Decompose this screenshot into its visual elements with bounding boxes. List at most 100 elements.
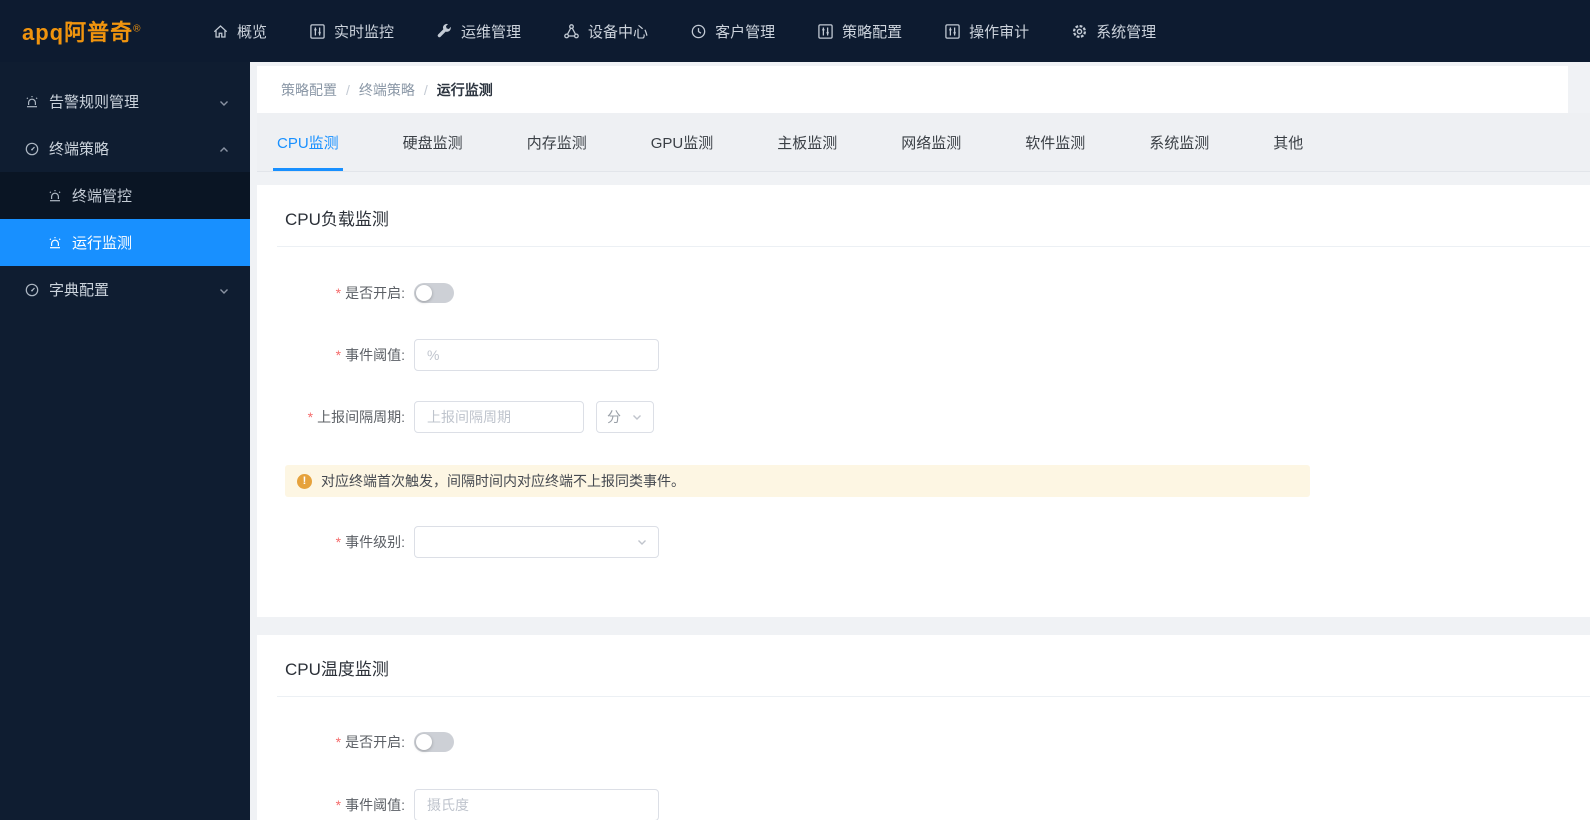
enable-label: * 是否开启:: [335, 734, 405, 750]
tab-gpu-monitor[interactable]: GPU监测: [647, 113, 718, 171]
nav-label: 设备中心: [588, 23, 649, 41]
tab-other[interactable]: 其他: [1269, 113, 1307, 171]
nav-label: 策略配置: [842, 23, 903, 41]
enable-label: * 是否开启:: [335, 285, 405, 301]
sidebar: 告警规则管理 终端策略 终端管控 运行监测 字典配置: [0, 62, 250, 820]
event-level-label: * 事件级别:: [335, 534, 405, 550]
threshold-label: * 事件阈值:: [335, 797, 405, 813]
enable-row: * 是否开启:: [257, 277, 1590, 309]
chevron-down-icon: [636, 536, 648, 548]
threshold-input[interactable]: [414, 339, 659, 371]
toggle-knob: [416, 734, 432, 750]
tab-network-monitor[interactable]: 网络监测: [897, 113, 965, 171]
breadcrumb-policy-config[interactable]: 策略配置: [281, 80, 337, 100]
event-level-select[interactable]: [414, 526, 659, 558]
monitor-icon: [309, 23, 326, 40]
enable-row: * 是否开启:: [257, 726, 1590, 758]
brand-logo: apq阿普奇®: [22, 15, 142, 47]
top-nav-menu: 概览 实时监控 运维管理 设备中心 客户管理 策略配置 操作审计 系统管理: [212, 0, 1156, 62]
enable-toggle[interactable]: [414, 283, 454, 303]
required-marker: *: [335, 534, 342, 550]
divider: [277, 696, 1590, 697]
threshold-row: * 事件阈值:: [257, 789, 1590, 820]
gauge-icon: [24, 282, 40, 298]
device-nodes-icon: [563, 23, 580, 40]
alarm-icon: [47, 235, 63, 251]
audit-icon: [944, 23, 961, 40]
sidebar-item-terminal-control[interactable]: 终端管控: [0, 172, 250, 219]
customer-icon: [690, 23, 707, 40]
tab-cpu-monitor[interactable]: CPU监测: [273, 113, 343, 171]
interval-input[interactable]: [414, 401, 584, 433]
toggle-knob: [416, 285, 432, 301]
nav-label: 操作审计: [969, 23, 1030, 41]
sidebar-item-running-monitor[interactable]: 运行监测: [0, 219, 250, 266]
sidebar-submenu-terminal-policy: 终端管控 运行监测: [0, 172, 250, 266]
section-title-cpu-temperature: CPU温度监测: [285, 660, 389, 679]
chevron-up-icon: [218, 143, 230, 155]
interval-unit-value: 分: [607, 409, 621, 425]
nav-item-operation-audit[interactable]: 操作审计: [944, 21, 1029, 42]
nav-item-ops-management[interactable]: 运维管理: [436, 21, 521, 42]
nav-label: 运维管理: [461, 23, 522, 41]
interval-unit-select[interactable]: 分: [596, 401, 654, 433]
divider: [277, 246, 1590, 247]
wrench-icon: [436, 23, 453, 40]
sidebar-item-terminal-policy[interactable]: 终端策略: [0, 125, 250, 172]
nav-label: 概览: [237, 23, 268, 41]
nav-item-policy-config[interactable]: 策略配置: [817, 21, 902, 42]
nav-item-customer-management[interactable]: 客户管理: [690, 21, 775, 42]
nav-label: 实时监控: [334, 23, 395, 41]
enable-toggle[interactable]: [414, 732, 454, 752]
nav-item-overview[interactable]: 概览: [212, 21, 267, 42]
interval-row: *上报间隔周期: 分: [257, 401, 1590, 433]
chevron-down-icon: [218, 96, 230, 108]
sidebar-item-label: 终端策略: [49, 141, 110, 158]
nav-label: 客户管理: [715, 23, 776, 41]
nav-item-system-management[interactable]: 系统管理: [1071, 21, 1156, 42]
sidebar-item-dictionary-config[interactable]: 字典配置: [0, 266, 250, 313]
breadcrumb: 策略配置 / 终端策略 / 运行监测: [257, 66, 1568, 113]
notice-banner: ! 对应终端首次触发，间隔时间内对应终端不上报同类事件。: [285, 465, 1310, 497]
threshold-label: * 事件阈值:: [335, 347, 405, 363]
cpu-temperature-monitor-card: CPU温度监测 * 是否开启: * 事件阈值:: [257, 635, 1590, 820]
required-marker: *: [335, 734, 342, 750]
sidebar-item-label: 运行监测: [72, 235, 133, 252]
home-icon: [212, 23, 229, 40]
tab-disk-monitor[interactable]: 硬盘监测: [399, 113, 467, 171]
nav-item-realtime-monitor[interactable]: 实时监控: [309, 21, 394, 42]
sidebar-item-label: 字典配置: [49, 282, 110, 299]
policy-icon: [817, 23, 834, 40]
cpu-load-monitor-card: CPU负载监测 *是否开启: *事件阈值: *上报间隔周期: 分: [257, 185, 1590, 617]
tab-software-monitor[interactable]: 软件监测: [1021, 113, 1089, 171]
sidebar-item-alarm-rules[interactable]: 告警规则管理: [0, 78, 250, 125]
event-level-row: * 事件级别:: [257, 526, 1590, 558]
section-title-cpu-load: CPU负载监测: [285, 210, 389, 229]
breadcrumb-separator: /: [423, 81, 428, 98]
nav-item-device-center[interactable]: 设备中心: [563, 21, 648, 42]
chevron-down-icon: [631, 411, 643, 423]
required-marker: *: [335, 347, 342, 363]
registered-mark: ®: [133, 23, 142, 35]
top-navigation-bar: apq阿普奇® 概览 实时监控 运维管理 设备中心 客户管理 策略配置 操作审计: [0, 0, 1590, 62]
main-content: 策略配置 / 终端策略 / 运行监测 CPU监测 硬盘监测 内存监测 GPU监测…: [250, 62, 1590, 820]
required-marker: *: [307, 409, 314, 425]
warning-exclamation-icon: !: [297, 473, 312, 489]
required-marker: *: [335, 797, 342, 813]
threshold-input[interactable]: [414, 789, 659, 820]
notice-text: 对应终端首次触发，间隔时间内对应终端不上报同类事件。: [321, 473, 685, 489]
sidebar-item-label: 终端管控: [72, 188, 133, 205]
nav-label: 系统管理: [1096, 23, 1157, 41]
sidebar-item-label: 告警规则管理: [49, 94, 140, 111]
required-marker: *: [335, 285, 342, 301]
tab-system-monitor[interactable]: 系统监测: [1145, 113, 1213, 171]
gear-icon: [1071, 23, 1088, 40]
interval-label: * 上报间隔周期:: [307, 409, 405, 425]
alarm-icon: [47, 188, 63, 204]
breadcrumb-terminal-policy[interactable]: 终端策略: [359, 80, 415, 100]
breadcrumb-separator: /: [346, 81, 350, 98]
alarm-icon: [24, 94, 40, 110]
chevron-down-icon: [218, 284, 230, 296]
tab-memory-monitor[interactable]: 内存监测: [523, 113, 591, 171]
tab-motherboard-monitor[interactable]: 主板监测: [773, 113, 841, 171]
